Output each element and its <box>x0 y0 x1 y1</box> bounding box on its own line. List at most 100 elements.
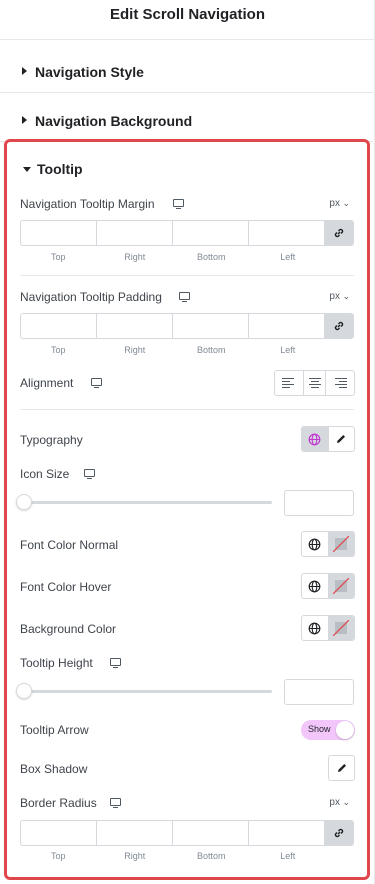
globe-icon <box>308 538 321 550</box>
desktop-icon[interactable] <box>173 199 184 210</box>
globe-icon <box>308 622 321 634</box>
tooltip-arrow-label: Tooltip Arrow <box>20 723 89 737</box>
background-color-label: Background Color <box>20 622 117 636</box>
margin-left-input[interactable] <box>249 221 325 245</box>
radius-side-labels: Top Right Bottom Left <box>20 851 326 861</box>
padding-top-input[interactable] <box>21 314 97 338</box>
desktop-icon[interactable] <box>179 292 190 303</box>
color-swatch-button[interactable] <box>327 532 354 556</box>
font-color-hover-controls <box>301 573 355 599</box>
pencil-icon <box>337 435 346 443</box>
desktop-icon[interactable] <box>84 469 95 480</box>
pencil-icon <box>337 764 346 772</box>
section-title: Tooltip <box>37 161 83 177</box>
side-label-bottom: Bottom <box>196 252 226 262</box>
section-navigation-style[interactable]: Navigation Style <box>0 44 373 93</box>
margin-label: Navigation Tooltip Margin <box>20 197 155 211</box>
padding-label: Navigation Tooltip Padding <box>20 290 162 304</box>
margin-inputs <box>20 220 354 246</box>
padding-unit-select[interactable]: px <box>329 291 350 302</box>
link-icon <box>334 321 344 331</box>
icon-size-label: Icon Size <box>20 467 70 481</box>
side-label-top: Top <box>50 345 66 355</box>
icon-size-input[interactable] <box>284 490 354 516</box>
margin-top-input[interactable] <box>21 221 97 245</box>
no-color-swatch-icon <box>333 620 350 636</box>
no-color-swatch-icon <box>333 536 350 552</box>
divider <box>20 275 354 276</box>
section-navigation-background[interactable]: Navigation Background <box>0 93 373 142</box>
icon-size-slider-handle[interactable] <box>16 494 32 510</box>
tooltip-height-slider[interactable] <box>20 690 272 693</box>
desktop-icon[interactable] <box>91 378 102 389</box>
caret-down-icon <box>23 167 31 172</box>
margin-bottom-input[interactable] <box>173 221 249 245</box>
padding-right-input[interactable] <box>97 314 173 338</box>
align-right-button[interactable] <box>326 371 354 395</box>
side-label-left: Left <box>280 851 296 861</box>
desktop-icon[interactable] <box>110 658 121 669</box>
align-center-button[interactable] <box>304 371 326 395</box>
global-color-button[interactable] <box>302 616 328 640</box>
tooltip-arrow-toggle[interactable]: Show <box>301 720 355 740</box>
margin-right-input[interactable] <box>97 221 173 245</box>
alignment-label: Alignment <box>20 376 74 390</box>
radius-right-input[interactable] <box>97 821 173 845</box>
margin-side-labels: Top Right Bottom Left <box>20 252 326 262</box>
color-swatch-button[interactable] <box>327 574 354 598</box>
link-values-button[interactable] <box>325 314 353 338</box>
edit-box-shadow-button[interactable] <box>328 755 355 781</box>
icon-size-slider[interactable] <box>20 501 272 504</box>
margin-unit-select[interactable]: px <box>329 198 350 209</box>
radius-bottom-input[interactable] <box>173 821 249 845</box>
panel-header: Edit Scroll Navigation <box>0 0 375 40</box>
tooltip-height-slider-handle[interactable] <box>16 683 32 699</box>
side-label-right: Right <box>124 851 146 861</box>
font-color-normal-label: Font Color Normal <box>20 538 119 552</box>
side-label-right: Right <box>124 345 146 355</box>
section-label: Navigation Style <box>35 64 144 80</box>
globe-icon <box>308 433 321 445</box>
border-radius-label: Border Radius <box>20 796 97 810</box>
side-label-top: Top <box>50 851 66 861</box>
side-label-bottom: Bottom <box>196 851 226 861</box>
globe-icon <box>308 580 321 592</box>
side-label-right: Right <box>124 252 146 262</box>
no-color-swatch-icon <box>333 578 350 594</box>
section-label: Navigation Background <box>35 113 193 129</box>
link-values-button[interactable] <box>325 821 353 845</box>
divider <box>20 409 354 410</box>
background-color-controls <box>301 615 355 641</box>
side-label-left: Left <box>280 252 296 262</box>
side-label-left: Left <box>280 345 296 355</box>
desktop-icon[interactable] <box>110 798 121 809</box>
padding-side-labels: Top Right Bottom Left <box>20 345 326 355</box>
link-icon <box>334 228 344 238</box>
side-label-bottom: Bottom <box>196 345 226 355</box>
tooltip-height-label: Tooltip Height <box>20 656 93 670</box>
tooltip-height-input[interactable] <box>284 679 354 705</box>
toggle-knob <box>336 721 354 739</box>
border-radius-inputs <box>20 820 354 846</box>
global-color-button[interactable] <box>302 574 328 598</box>
link-icon <box>334 828 344 838</box>
color-swatch-button[interactable] <box>327 616 354 640</box>
padding-left-input[interactable] <box>249 314 325 338</box>
radius-left-input[interactable] <box>249 821 325 845</box>
toggle-text: Show <box>308 724 331 734</box>
link-values-button[interactable] <box>325 221 353 245</box>
page-title: Edit Scroll Navigation <box>109 6 266 23</box>
radius-top-input[interactable] <box>21 821 97 845</box>
side-label-top: Top <box>50 252 66 262</box>
align-left-button[interactable] <box>275 371 304 395</box>
font-color-normal-controls <box>301 531 355 557</box>
padding-inputs <box>20 313 354 339</box>
border-radius-unit-select[interactable]: px <box>329 797 350 808</box>
global-color-button[interactable] <box>302 532 328 556</box>
global-typography-button[interactable] <box>302 427 328 451</box>
box-shadow-label: Box Shadow <box>20 762 88 776</box>
padding-bottom-input[interactable] <box>173 314 249 338</box>
caret-right-icon <box>22 67 27 75</box>
edit-typography-button[interactable] <box>327 427 355 451</box>
alignment-choices <box>274 370 355 396</box>
